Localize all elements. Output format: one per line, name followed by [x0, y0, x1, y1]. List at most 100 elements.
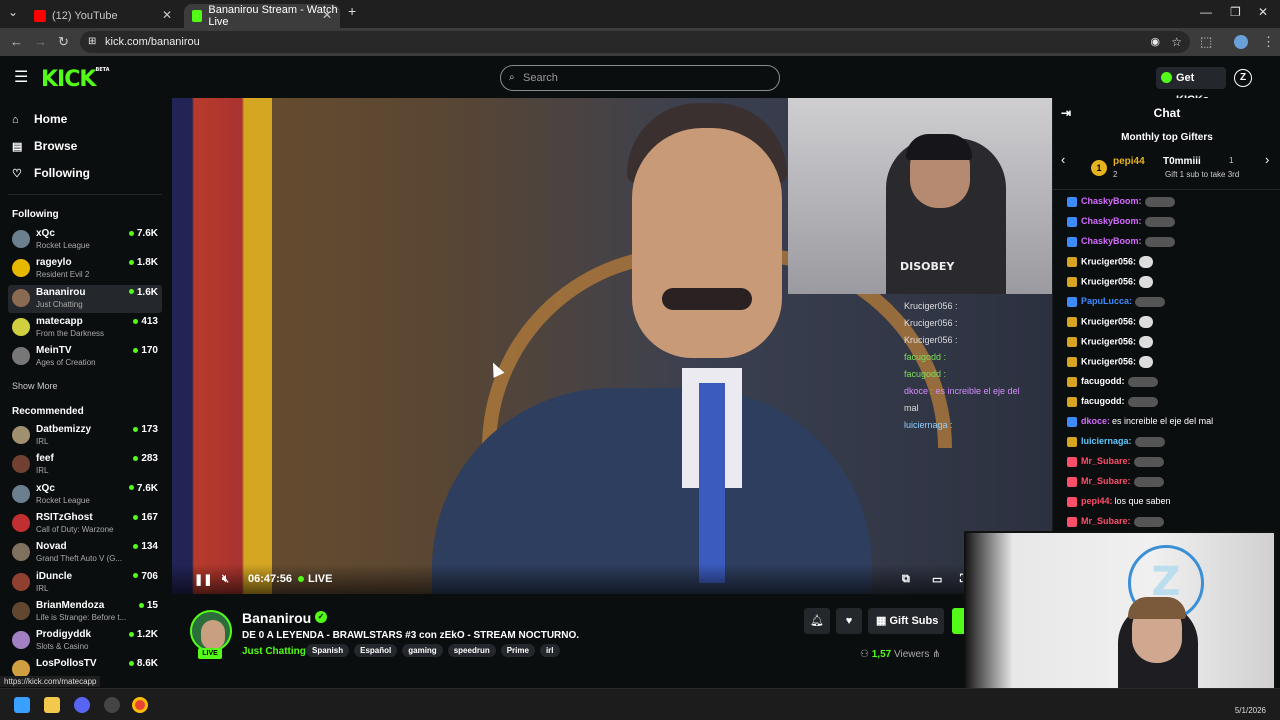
following-channel[interactable]: matecapp From the Darkness 413: [8, 314, 162, 342]
tab-kick[interactable]: Bananirou Stream - Watch Live ✕: [184, 4, 340, 28]
chat-message[interactable]: dkoce: es increible el eje del mal: [1067, 416, 1213, 427]
tag-chip[interactable]: Spanish: [306, 644, 350, 657]
recommended-channel[interactable]: feef IRL 283: [8, 451, 162, 479]
chat-username[interactable]: dkoce:: [1081, 416, 1110, 426]
search-input[interactable]: ⌕ Search: [500, 65, 780, 91]
chat-username[interactable]: Kruciger056:: [1081, 356, 1136, 366]
new-tab-icon[interactable]: +: [348, 3, 356, 19]
nav-following[interactable]: ♡ Following: [12, 166, 90, 180]
theater-mode-icon[interactable]: ▭: [932, 573, 942, 586]
recommended-channel[interactable]: Datbemizzy IRL 173: [8, 422, 162, 450]
url-field[interactable]: ⊞ kick.com/bananirou ◉ ☆: [80, 31, 1190, 53]
bookmark-star-icon[interactable]: ☆: [1171, 31, 1182, 53]
chat-message[interactable]: facugodd:: [1067, 376, 1158, 387]
chat-message[interactable]: ChaskyBoom:: [1067, 216, 1175, 227]
get-kicks-button[interactable]: Get KICKs: [1156, 67, 1226, 106]
streamer-name[interactable]: Bananirou: [242, 610, 311, 626]
user-avatar[interactable]: Z: [1234, 69, 1252, 87]
chat-username[interactable]: luiciernaga:: [1081, 436, 1132, 446]
chat-message[interactable]: Kruciger056:: [1067, 276, 1154, 288]
chevron-left-icon[interactable]: ‹: [1061, 152, 1065, 167]
show-more-link[interactable]: Show More: [12, 381, 58, 391]
chat-username[interactable]: facugodd:: [1081, 376, 1125, 386]
tag-chip[interactable]: gaming: [402, 644, 443, 657]
tag-chip[interactable]: Español: [354, 644, 398, 657]
chat-message[interactable]: Mr_Subare:: [1067, 516, 1164, 527]
reload-icon[interactable]: ↻: [58, 34, 69, 50]
chat-username[interactable]: Kruciger056:: [1081, 276, 1136, 286]
notification-bell-button[interactable]: 🔔︎: [804, 608, 830, 634]
streamer-avatar[interactable]: [190, 610, 232, 652]
chat-message[interactable]: ChaskyBoom:: [1067, 236, 1175, 247]
restore-icon[interactable]: ❐: [1230, 5, 1241, 19]
tag-chip[interactable]: Prime: [500, 644, 535, 657]
chat-message[interactable]: Mr_Subare:: [1067, 476, 1164, 487]
chat-message[interactable]: Kruciger056:: [1067, 336, 1154, 348]
gifter1-name[interactable]: pepi44: [1113, 156, 1145, 167]
recommended-channel[interactable]: Prodigyddk Slots & Casino 1.2K: [8, 627, 162, 655]
subscribe-button[interactable]: [952, 608, 964, 634]
chat-username[interactable]: PapuLucca:: [1081, 296, 1132, 306]
recommended-channel[interactable]: Novad Grand Theft Auto V (G... 134: [8, 539, 162, 567]
chat-username[interactable]: ChaskyBoom:: [1081, 196, 1142, 206]
eye-off-icon[interactable]: ◉: [1150, 31, 1160, 53]
chat-username[interactable]: Kruciger056:: [1081, 256, 1136, 266]
chat-username[interactable]: Kruciger056:: [1081, 336, 1136, 346]
live-indicator[interactable]: LIVE: [298, 573, 332, 585]
gifter2-name[interactable]: T0mmiii: [1163, 156, 1201, 167]
menu-kebab-icon[interactable]: ⋮: [1262, 34, 1275, 50]
tab-search-icon[interactable]: ⌄: [8, 5, 18, 19]
share-icon[interactable]: ⋔: [932, 649, 940, 660]
recommended-channel[interactable]: RSITzGhost Call of Duty: Warzone 167: [8, 510, 162, 538]
close-tab-icon[interactable]: ✕: [162, 8, 172, 22]
recommended-channel[interactable]: BrianMendoza Life is Strange: Before t...…: [8, 598, 162, 626]
chat-message[interactable]: Mr_Subare:: [1067, 456, 1164, 467]
windows-start-icon[interactable]: [14, 697, 30, 713]
kick-logo[interactable]: KICKBETA: [41, 67, 110, 92]
picture-in-picture-icon[interactable]: ⧉: [902, 573, 910, 586]
following-channel[interactable]: rageylo Resident Evil 2 1.8K: [8, 255, 162, 283]
pause-icon[interactable]: ❚❚: [194, 573, 212, 586]
extensions-icon[interactable]: ⬚: [1200, 34, 1212, 50]
recommended-channel[interactable]: iDuncle IRL 706: [8, 569, 162, 597]
chat-message[interactable]: pepi44: los que saben: [1067, 496, 1171, 507]
collapse-chat-icon[interactable]: ⇥: [1061, 98, 1071, 128]
chat-username[interactable]: pepi44:: [1081, 496, 1113, 506]
chevron-right-icon[interactable]: ›: [1265, 152, 1269, 167]
following-channel[interactable]: Bananirou Just Chatting 1.6K: [8, 284, 162, 313]
follow-heart-button[interactable]: ♥: [836, 608, 862, 634]
nav-home[interactable]: ⌂ Home: [12, 112, 67, 126]
close-tab-icon[interactable]: ✕: [322, 8, 332, 22]
chat-username[interactable]: Mr_Subare:: [1081, 476, 1131, 486]
close-window-icon[interactable]: ✕: [1258, 5, 1268, 19]
chat-message[interactable]: Kruciger056:: [1067, 316, 1154, 328]
site-info-icon[interactable]: ⊞: [88, 31, 96, 53]
settings-icon[interactable]: [104, 697, 120, 713]
file-explorer-icon[interactable]: [44, 697, 60, 713]
profile-avatar-icon[interactable]: [1234, 35, 1248, 49]
chat-username[interactable]: facugodd:: [1081, 396, 1125, 406]
nav-browse[interactable]: ▤ Browse: [12, 139, 77, 153]
tag-chip[interactable]: irl: [539, 644, 560, 657]
chat-username[interactable]: Kruciger056:: [1081, 316, 1136, 326]
chat-message[interactable]: luiciernaga:: [1067, 436, 1165, 447]
forward-icon[interactable]: →: [34, 34, 47, 49]
recommended-channel[interactable]: xQc Rocket League 7.6K: [8, 481, 162, 509]
stream-category[interactable]: Just Chatting: [242, 646, 306, 657]
chat-message[interactable]: Kruciger056:: [1067, 256, 1154, 268]
minimize-icon[interactable]: —: [1200, 5, 1212, 19]
video-player[interactable]: DISOBEY Kruciger056 : Kruciger056 : Krucig…: [172, 98, 1052, 594]
chat-message[interactable]: Kruciger056:: [1067, 356, 1154, 368]
following-channel[interactable]: xQc Rocket League 7.6K: [8, 226, 162, 254]
chat-username[interactable]: ChaskyBoom:: [1081, 216, 1142, 226]
chat-message[interactable]: ChaskyBoom:: [1067, 196, 1175, 207]
discord-icon[interactable]: [74, 697, 90, 713]
following-channel[interactable]: MeinTV Ages of Creation 170: [8, 343, 162, 371]
chat-username[interactable]: Mr_Subare:: [1081, 456, 1131, 466]
tag-chip[interactable]: speedrun: [447, 644, 496, 657]
chrome-icon[interactable]: [132, 697, 148, 713]
hamburger-menu-icon[interactable]: ☰: [14, 67, 28, 87]
chat-username[interactable]: Mr_Subare:: [1081, 516, 1131, 526]
chat-message[interactable]: PapuLucca:: [1067, 296, 1166, 307]
chat-message[interactable]: facugodd:: [1067, 396, 1158, 407]
